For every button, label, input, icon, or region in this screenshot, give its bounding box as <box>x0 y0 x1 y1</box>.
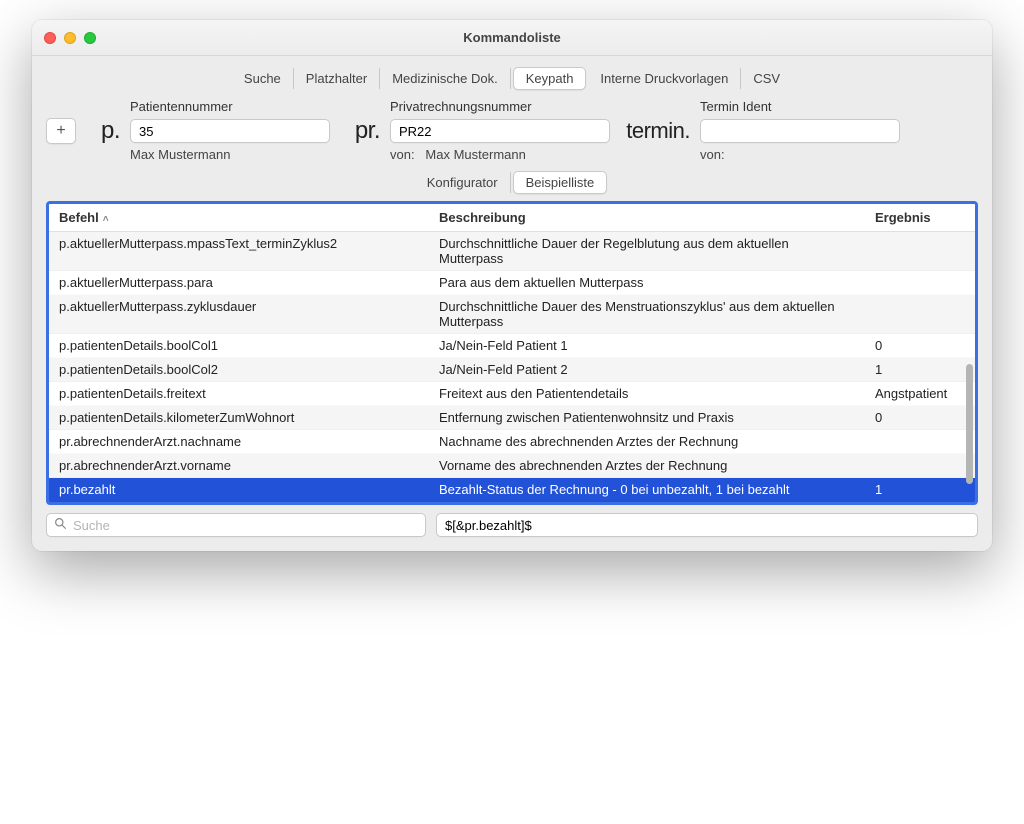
main-tabs: Suche Platzhalter Medizinische Dok. Keyp… <box>46 68 978 89</box>
cell-ergebnis <box>865 232 975 271</box>
table-row[interactable]: pr.abrechnenderArzt.nachnameNachname des… <box>49 430 975 454</box>
table-row[interactable]: p.patientenDetails.freitextFreitext aus … <box>49 382 975 406</box>
cell-befehl: p.patientenDetails.freitext <box>49 382 429 406</box>
cell-befehl: p.patientenDetails.boolCol2 <box>49 358 429 382</box>
sub-tabs: Konfigurator Beispielliste <box>46 172 978 193</box>
cell-ergebnis <box>865 454 975 478</box>
close-icon[interactable] <box>44 32 56 44</box>
invoice-sub-prefix: von: <box>390 147 415 162</box>
cell-ergebnis: 0 <box>865 406 975 430</box>
termin-prefix: termin. <box>620 118 690 144</box>
tab-interne-druckvorlagen[interactable]: Interne Druckvorlagen <box>588 68 741 89</box>
tab-csv[interactable]: CSV <box>741 68 792 89</box>
cell-beschreibung: Vorname des abrechnenden Arztes der Rech… <box>429 454 865 478</box>
command-table-frame: Befehl˄ Beschreibung Ergebnis p.aktuelle… <box>46 201 978 505</box>
scrollbar-thumb[interactable] <box>966 364 973 484</box>
patient-number-input[interactable] <box>130 119 330 143</box>
cell-ergebnis: 1 <box>865 478 975 502</box>
table-row[interactable]: p.aktuellerMutterpass.zyklusdauerDurchsc… <box>49 295 975 334</box>
invoice-label: Privatrechnungsnummer <box>390 99 610 114</box>
cell-ergebnis: 1 <box>865 358 975 382</box>
termin-sub-prefix: von: <box>700 147 725 162</box>
tab-medizinische-dok[interactable]: Medizinische Dok. <box>380 68 511 89</box>
termin-ident-input[interactable] <box>700 119 900 143</box>
cell-beschreibung: Bezahlt-Status der Rechnung - 0 bei unbe… <box>429 478 865 502</box>
cell-beschreibung: Durchschnittliche Dauer der Regelblutung… <box>429 232 865 271</box>
invoice-sub-name: Max Mustermann <box>425 147 525 162</box>
invoice-prefix: pr. <box>340 117 380 145</box>
scrollbar[interactable] <box>965 244 973 462</box>
table-row[interactable]: p.aktuellerMutterpass.paraPara aus dem a… <box>49 271 975 295</box>
col-header-befehl[interactable]: Befehl˄ <box>49 204 429 232</box>
tab-suche[interactable]: Suche <box>232 68 294 89</box>
table-row[interactable]: p.patientenDetails.boolCol1Ja/Nein-Feld … <box>49 334 975 358</box>
table-row[interactable]: p.aktuellerMutterpass.mpassText_terminZy… <box>49 232 975 271</box>
cell-ergebnis <box>865 271 975 295</box>
invoice-number-input[interactable] <box>390 119 610 143</box>
cell-ergebnis: 0 <box>865 334 975 358</box>
cell-befehl: p.aktuellerMutterpass.mpassText_terminZy… <box>49 232 429 271</box>
col-header-ergebnis[interactable]: Ergebnis <box>865 204 975 232</box>
patient-name: Max Mustermann <box>130 147 330 162</box>
add-button[interactable]: + <box>46 118 76 144</box>
window-title: Kommandoliste <box>32 30 992 45</box>
cell-befehl: pr.abrechnenderArzt.nachname <box>49 430 429 454</box>
subtab-beispielliste[interactable]: Beispielliste <box>513 171 608 194</box>
cell-beschreibung: Para aus dem aktuellen Mutterpass <box>429 271 865 295</box>
command-table-scroll[interactable]: Befehl˄ Beschreibung Ergebnis p.aktuelle… <box>49 204 975 502</box>
cell-beschreibung: Ja/Nein-Feld Patient 2 <box>429 358 865 382</box>
search-icon <box>54 517 67 533</box>
cell-befehl: p.aktuellerMutterpass.para <box>49 271 429 295</box>
titlebar: Kommandoliste <box>32 20 992 56</box>
cell-beschreibung: Entfernung zwischen Patientenwohnsitz un… <box>429 406 865 430</box>
result-expression-input[interactable] <box>436 513 978 537</box>
cell-befehl: p.patientenDetails.kilometerZumWohnort <box>49 406 429 430</box>
cell-ergebnis: Angstpatient <box>865 382 975 406</box>
table-row[interactable]: pr.abrechnenderArzt.vornameVorname des a… <box>49 454 975 478</box>
app-window: Kommandoliste Suche Platzhalter Medizini… <box>32 20 992 551</box>
table-row[interactable]: p.patientenDetails.boolCol2Ja/Nein-Feld … <box>49 358 975 382</box>
traffic-lights <box>44 32 96 44</box>
cell-befehl: pr.abrechnenderArzt.vorname <box>49 454 429 478</box>
sort-asc-icon: ˄ <box>103 214 109 225</box>
cell-befehl: p.aktuellerMutterpass.zyklusdauer <box>49 295 429 334</box>
cell-ergebnis <box>865 295 975 334</box>
cell-beschreibung: Nachname des abrechnenden Arztes der Rec… <box>429 430 865 454</box>
table-row[interactable]: pr.bezahltBezahlt-Status der Rechnung - … <box>49 478 975 502</box>
cell-ergebnis <box>865 430 975 454</box>
search-input[interactable] <box>46 513 426 537</box>
cell-beschreibung: Freitext aus den Patientendetails <box>429 382 865 406</box>
table-row[interactable]: p.patientenDetails.kilometerZumWohnortEn… <box>49 406 975 430</box>
subtab-konfigurator[interactable]: Konfigurator <box>415 172 511 193</box>
tab-platzhalter[interactable]: Platzhalter <box>294 68 380 89</box>
cell-beschreibung: Durchschnittliche Dauer des Menstruation… <box>429 295 865 334</box>
patient-prefix: p. <box>94 117 120 145</box>
plus-icon: + <box>56 122 65 140</box>
minimize-icon[interactable] <box>64 32 76 44</box>
cell-befehl: p.patientenDetails.boolCol1 <box>49 334 429 358</box>
cell-befehl: pr.bezahlt <box>49 478 429 502</box>
zoom-icon[interactable] <box>84 32 96 44</box>
termin-label: Termin Ident <box>700 99 900 114</box>
col-header-beschreibung[interactable]: Beschreibung <box>429 204 865 232</box>
patient-label: Patientennummer <box>130 99 330 114</box>
command-table: Befehl˄ Beschreibung Ergebnis p.aktuelle… <box>49 204 975 502</box>
tab-keypath[interactable]: Keypath <box>513 67 587 90</box>
cell-beschreibung: Ja/Nein-Feld Patient 1 <box>429 334 865 358</box>
